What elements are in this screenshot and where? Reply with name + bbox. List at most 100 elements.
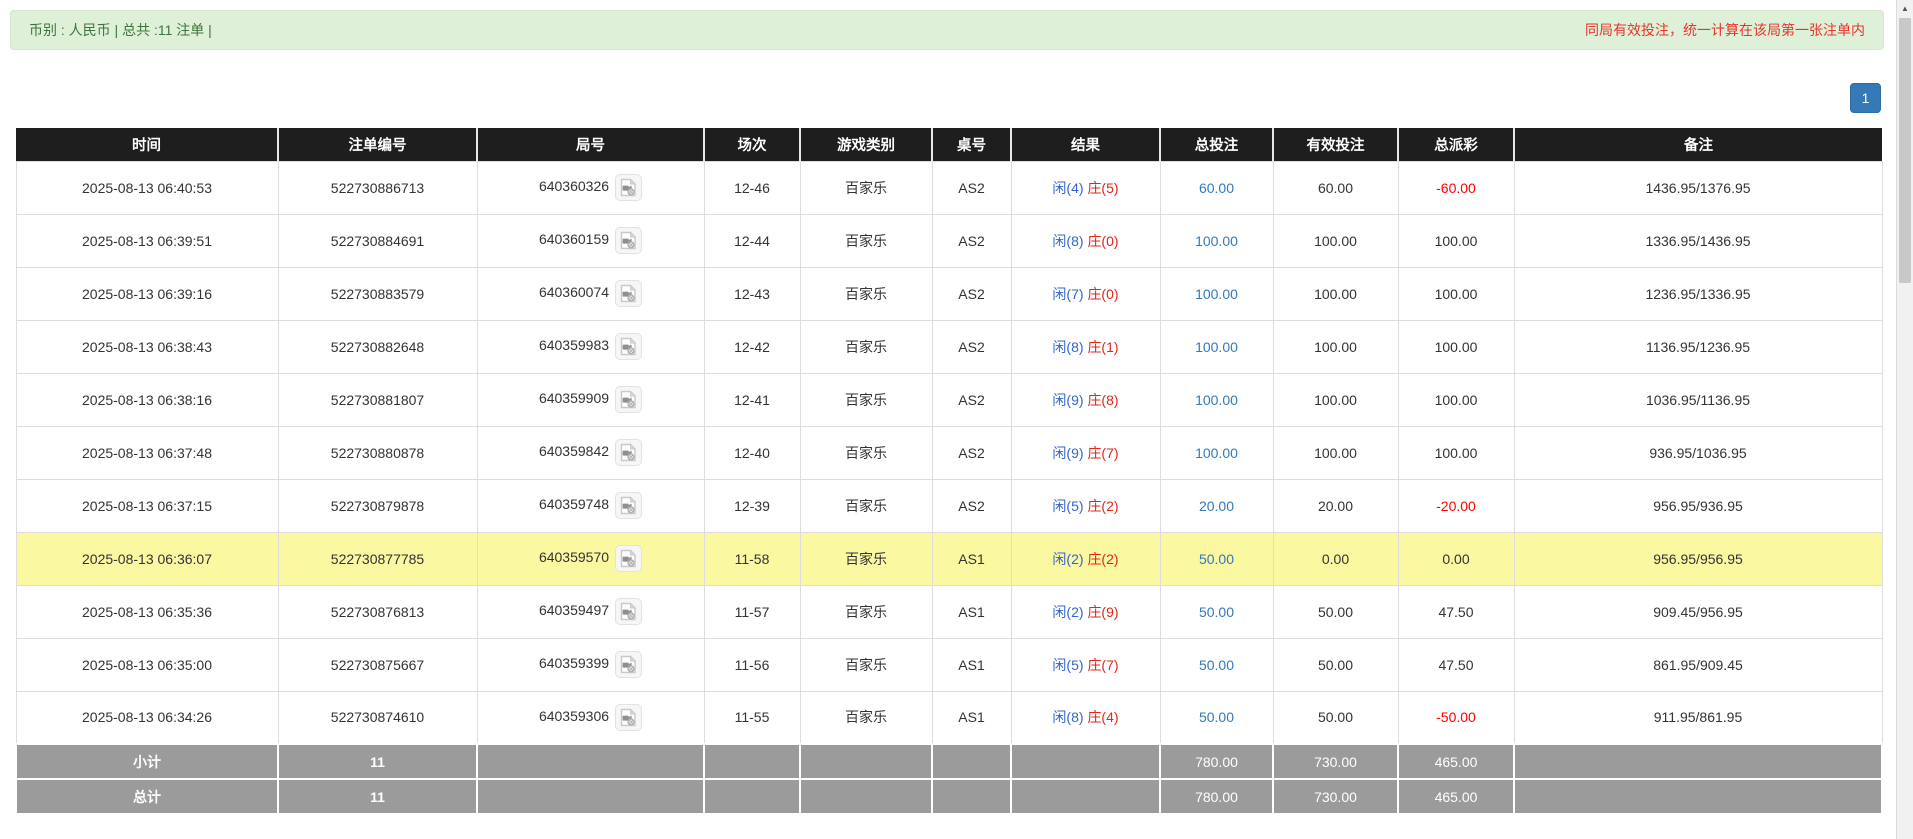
summary-empty-cell <box>932 779 1011 814</box>
game-type-cell: 百家乐 <box>800 373 932 426</box>
result-cell: 闲(8) 庄(0) <box>1011 214 1160 267</box>
result-cell: 闲(8) 庄(1) <box>1011 320 1160 373</box>
table-no-cell: AS2 <box>932 479 1011 532</box>
total-bet-link[interactable]: 100.00 <box>1195 339 1238 355</box>
bet-id-cell: 522730882648 <box>278 320 477 373</box>
table-row: 2025-08-13 06:34:26 522730874610 6403593… <box>16 691 1882 744</box>
video-replay-button[interactable] <box>615 545 642 572</box>
total-bet-link[interactable]: 100.00 <box>1195 286 1238 302</box>
round-no-cell: 640359842 <box>477 426 704 479</box>
remark-cell: 1436.95/1376.95 <box>1514 161 1882 214</box>
video-file-icon <box>620 602 637 621</box>
banker-result: 庄(2) <box>1087 498 1118 514</box>
result-cell: 闲(5) 庄(7) <box>1011 638 1160 691</box>
video-file-icon <box>620 284 637 303</box>
video-replay-button[interactable] <box>615 174 642 201</box>
banker-result: 庄(7) <box>1087 445 1118 461</box>
valid-bet-cell: 50.00 <box>1273 638 1398 691</box>
column-header-payout: 总派彩 <box>1398 128 1514 161</box>
video-replay-button[interactable] <box>615 651 642 678</box>
table-no-cell: AS2 <box>932 320 1011 373</box>
payout-cell: 100.00 <box>1398 426 1514 479</box>
bet-id-cell: 522730886713 <box>278 161 477 214</box>
banker-result: 庄(9) <box>1087 604 1118 620</box>
table-row: 2025-08-13 06:38:16 522730881807 6403599… <box>16 373 1882 426</box>
round-no-value: 640359748 <box>539 496 609 512</box>
banker-result: 庄(8) <box>1087 392 1118 408</box>
valid-bet-cell: 100.00 <box>1273 267 1398 320</box>
scroll-up-arrow-icon[interactable]: ▲ <box>1897 0 1913 17</box>
total-bet-link[interactable]: 100.00 <box>1195 392 1238 408</box>
player-result: 闲(7) <box>1052 286 1083 302</box>
table-no-cell: AS1 <box>932 638 1011 691</box>
bet-id-cell: 522730883579 <box>278 267 477 320</box>
total-bet-link[interactable]: 20.00 <box>1199 498 1234 514</box>
summary-valid-bet: 730.00 <box>1273 744 1398 779</box>
time-cell: 2025-08-13 06:39:16 <box>16 267 278 320</box>
round-no-cell: 640359748 <box>477 479 704 532</box>
valid-bet-cell: 100.00 <box>1273 214 1398 267</box>
total-bet-link[interactable]: 60.00 <box>1199 180 1234 196</box>
pagination-page-1[interactable]: 1 <box>1850 83 1881 113</box>
player-result: 闲(8) <box>1052 709 1083 725</box>
total-bet-link[interactable]: 100.00 <box>1195 233 1238 249</box>
subtotal-row: 小计 11 780.00 730.00 465.00 <box>16 744 1882 779</box>
round-no-value: 640359983 <box>539 337 609 353</box>
result-cell: 闲(2) 庄(2) <box>1011 532 1160 585</box>
total-bet-link[interactable]: 50.00 <box>1199 657 1234 673</box>
video-replay-button[interactable] <box>615 227 642 254</box>
bet-id-cell: 522730881807 <box>278 373 477 426</box>
player-result: 闲(5) <box>1052 498 1083 514</box>
total-bet-link[interactable]: 50.00 <box>1199 604 1234 620</box>
banker-result: 庄(0) <box>1087 286 1118 302</box>
video-replay-button[interactable] <box>615 386 642 413</box>
round-no-cell: 640359570 <box>477 532 704 585</box>
payout-cell: 0.00 <box>1398 532 1514 585</box>
video-replay-button[interactable] <box>615 333 642 360</box>
session-cell: 11-57 <box>704 585 800 638</box>
session-cell: 12-44 <box>704 214 800 267</box>
summary-empty-cell <box>1514 744 1882 779</box>
info-bar: 币别 : 人民币 | 总共 :11 注单 | 同局有效投注，统一计算在该局第一张… <box>10 10 1884 50</box>
summary-label: 总计 <box>16 779 278 814</box>
video-replay-button[interactable] <box>615 492 642 519</box>
round-no-value: 640360159 <box>539 231 609 247</box>
video-replay-button[interactable] <box>615 439 642 466</box>
total-bet-link[interactable]: 50.00 <box>1199 709 1234 725</box>
session-cell: 12-46 <box>704 161 800 214</box>
table-row: 2025-08-13 06:36:07 522730877785 6403595… <box>16 532 1882 585</box>
column-header-bet_id: 注单编号 <box>278 128 477 161</box>
total-bet-link[interactable]: 100.00 <box>1195 445 1238 461</box>
video-file-icon <box>620 655 637 674</box>
player-result: 闲(8) <box>1052 233 1083 249</box>
video-replay-button[interactable] <box>615 598 642 625</box>
table-no-cell: AS2 <box>932 161 1011 214</box>
banker-result: 庄(2) <box>1087 551 1118 567</box>
total-bet-link[interactable]: 50.00 <box>1199 551 1234 567</box>
payout-cell: 100.00 <box>1398 214 1514 267</box>
time-cell: 2025-08-13 06:35:00 <box>16 638 278 691</box>
table-row: 2025-08-13 06:39:16 522730883579 6403600… <box>16 267 1882 320</box>
video-file-icon <box>620 708 637 727</box>
bet-id-cell: 522730877785 <box>278 532 477 585</box>
video-replay-button[interactable] <box>615 280 642 307</box>
summary-empty-cell <box>1011 779 1160 814</box>
game-type-cell: 百家乐 <box>800 214 932 267</box>
player-result: 闲(9) <box>1052 445 1083 461</box>
round-no-value: 640360326 <box>539 178 609 194</box>
player-result: 闲(4) <box>1052 180 1083 196</box>
remark-cell: 911.95/861.95 <box>1514 691 1882 744</box>
player-result: 闲(5) <box>1052 657 1083 673</box>
result-cell: 闲(5) 庄(2) <box>1011 479 1160 532</box>
banker-result: 庄(7) <box>1087 657 1118 673</box>
scrollbar[interactable]: ▲ <box>1896 0 1913 839</box>
video-replay-button[interactable] <box>615 704 642 731</box>
column-header-game_type: 游戏类别 <box>800 128 932 161</box>
valid-bet-cell: 50.00 <box>1273 585 1398 638</box>
payout-cell: -60.00 <box>1398 161 1514 214</box>
pagination: 1 <box>0 83 1881 113</box>
scrollbar-thumb[interactable] <box>1899 18 1911 283</box>
result-cell: 闲(2) 庄(9) <box>1011 585 1160 638</box>
table-row: 2025-08-13 06:39:51 522730884691 6403601… <box>16 214 1882 267</box>
total-bet-cell: 100.00 <box>1160 214 1273 267</box>
